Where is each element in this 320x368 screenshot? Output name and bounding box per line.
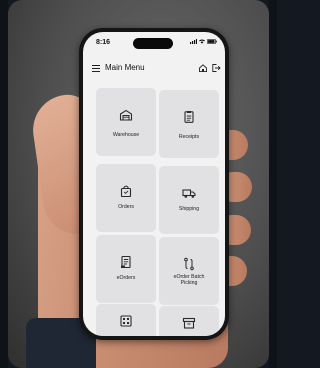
grid-tile[interactable] — [96, 304, 156, 336]
shipping-tile[interactable]: Shipping — [159, 166, 219, 234]
eorders-tile[interactable]: eOrders — [96, 235, 156, 303]
menu-grid: Warehouse Receipts Orders Shipping eOrde… — [83, 32, 225, 336]
phone: 8:16 Main Menu Warehouse Receipts Orders… — [79, 28, 229, 340]
warehouse-tile[interactable]: Warehouse — [96, 88, 156, 156]
receipt-icon — [184, 111, 194, 123]
receipts-label: Receipts — [178, 134, 200, 140]
photo-background — [269, 0, 277, 368]
eorder-batch-picking-tile[interactable]: eOrder Batch Picking — [159, 237, 219, 305]
eorder-batch-picking-label: eOrder Batch Picking — [173, 274, 205, 286]
receipts-tile[interactable]: Receipts — [159, 90, 219, 158]
route-icon — [184, 257, 194, 271]
orders-label: Orders — [118, 204, 134, 210]
grid-icon — [120, 315, 132, 327]
orders-tile[interactable]: Orders — [96, 164, 156, 232]
archive-tile[interactable] — [159, 306, 219, 336]
shipping-label: Shipping — [178, 206, 200, 212]
shopping-bag-icon — [120, 185, 132, 198]
document-icon — [121, 255, 131, 269]
truck-icon — [182, 189, 196, 198]
photo-background — [0, 0, 8, 368]
warehouse-label: Warehouse — [112, 132, 140, 138]
eorders-label: eOrders — [116, 275, 136, 281]
archive-icon — [182, 317, 196, 329]
warehouse-icon — [119, 109, 133, 121]
phone-screen: 8:16 Main Menu Warehouse Receipts Orders… — [83, 32, 225, 336]
